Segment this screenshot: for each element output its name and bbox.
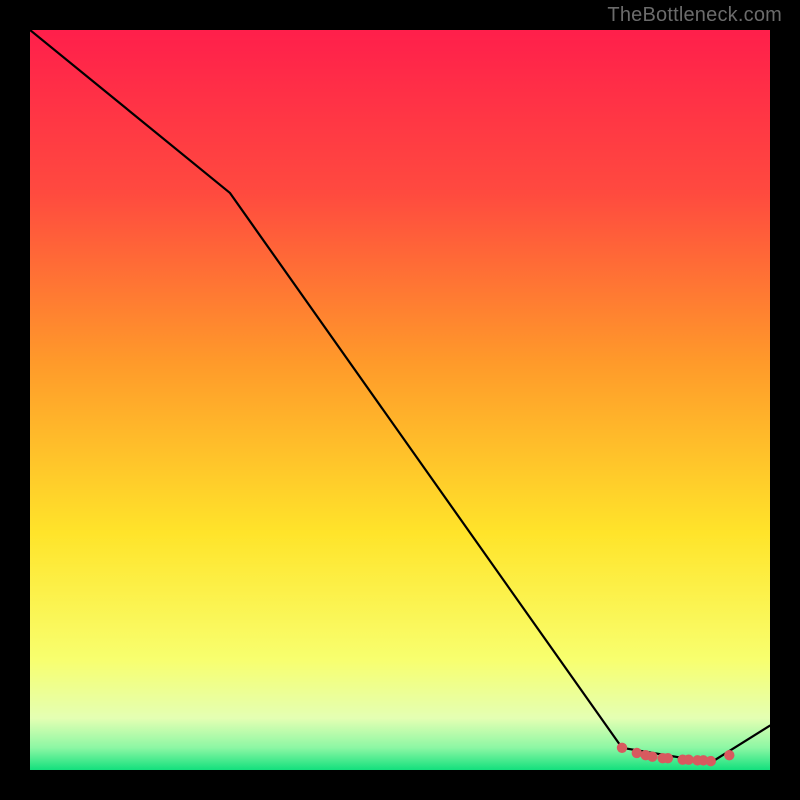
data-marker xyxy=(647,751,657,761)
plot-area xyxy=(30,30,770,770)
watermark-text: TheBottleneck.com xyxy=(607,4,782,27)
data-marker xyxy=(683,754,693,764)
data-marker xyxy=(617,743,627,753)
marker-layer xyxy=(30,30,770,770)
data-marker xyxy=(632,748,642,758)
data-marker xyxy=(724,750,734,760)
chart-stage: TheBottleneck.com xyxy=(0,0,800,800)
data-marker xyxy=(663,753,673,763)
data-marker xyxy=(706,756,716,766)
